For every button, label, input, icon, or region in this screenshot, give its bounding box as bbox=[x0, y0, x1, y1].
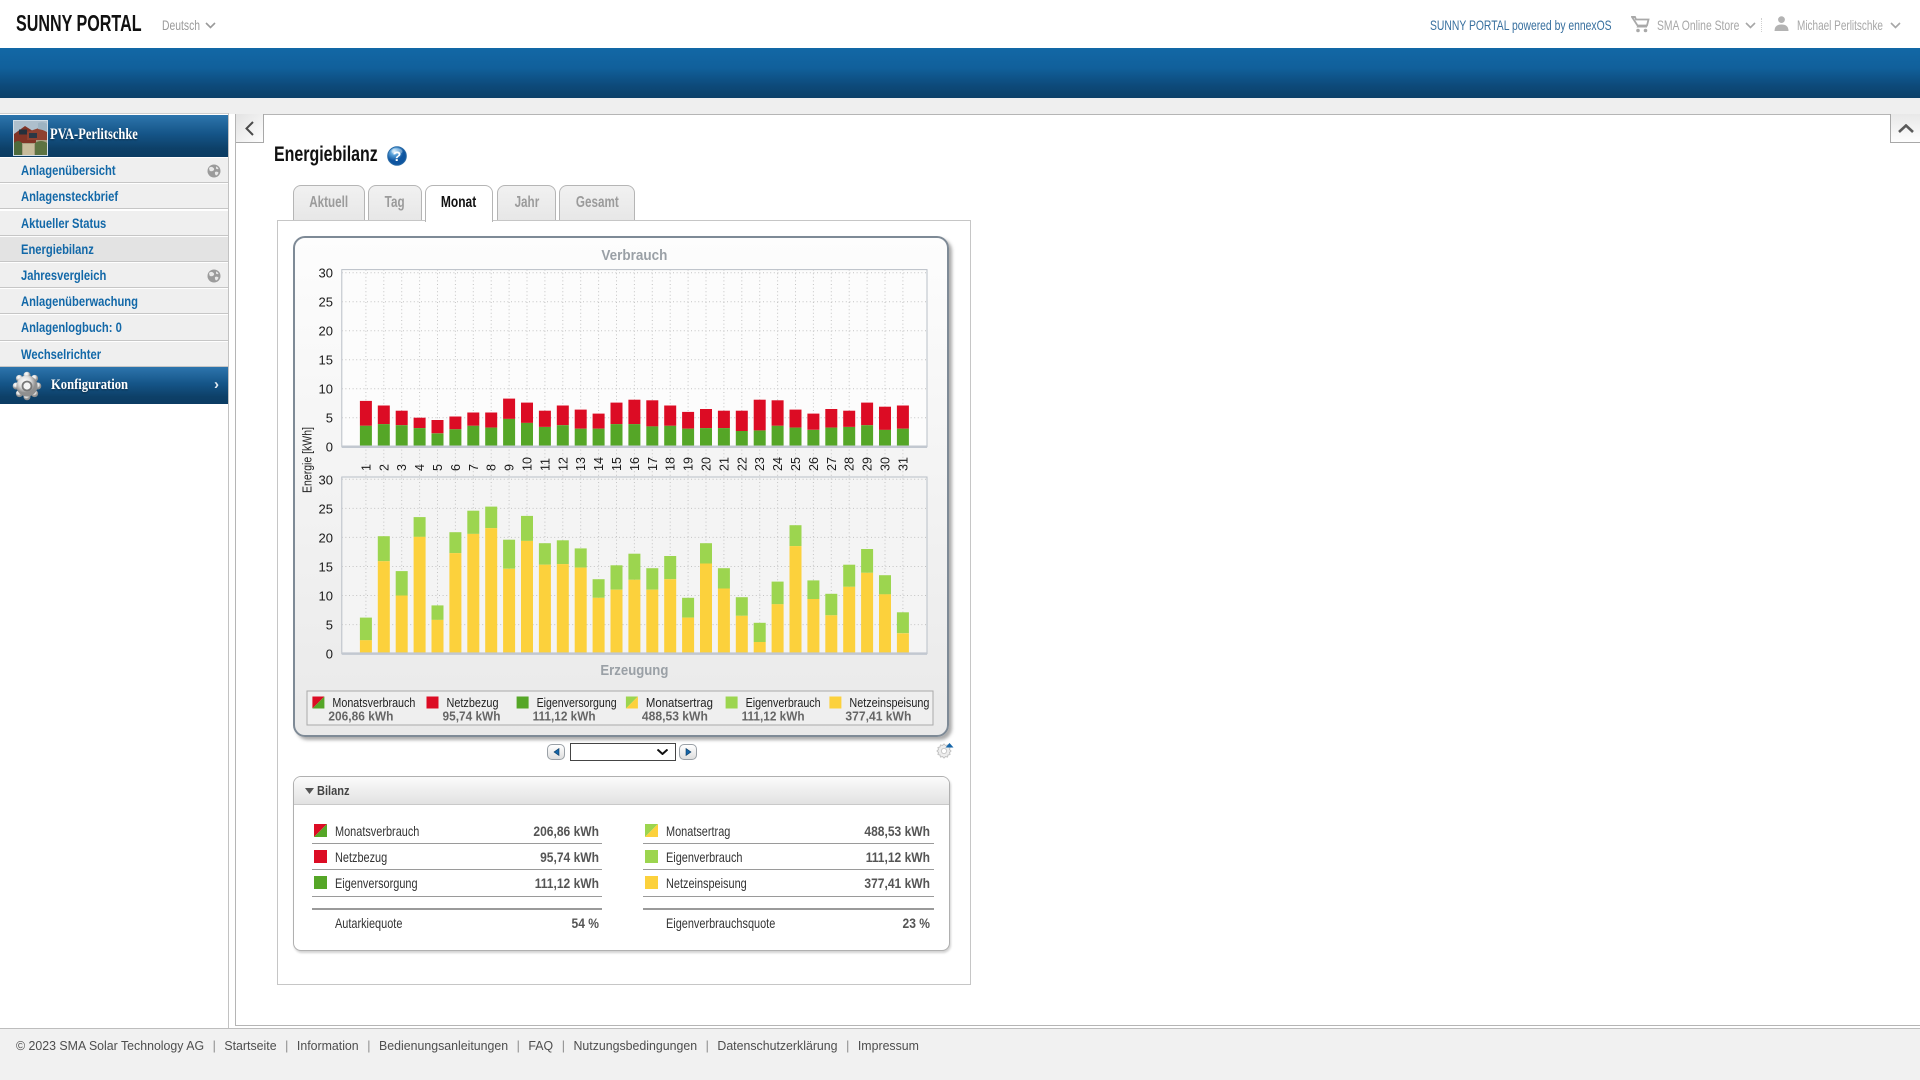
svg-text:22: 22 bbox=[735, 457, 749, 471]
svg-text:8: 8 bbox=[485, 464, 499, 471]
svg-text:13: 13 bbox=[574, 457, 588, 471]
svg-text:25: 25 bbox=[789, 457, 803, 471]
svg-text:5: 5 bbox=[431, 464, 445, 471]
svg-text:95,74 kWh: 95,74 kWh bbox=[443, 709, 501, 724]
svg-text:Verbrauch: Verbrauch bbox=[601, 247, 667, 264]
svg-text:29: 29 bbox=[861, 457, 875, 471]
svg-text:25: 25 bbox=[319, 501, 333, 516]
svg-text:Erzeugung: Erzeugung bbox=[600, 662, 668, 679]
svg-text:30: 30 bbox=[319, 266, 333, 281]
svg-text:25: 25 bbox=[319, 295, 333, 310]
svg-text:7: 7 bbox=[467, 464, 481, 471]
svg-text:206,86 kWh: 206,86 kWh bbox=[328, 709, 393, 724]
svg-text:24: 24 bbox=[771, 457, 785, 471]
svg-text:31: 31 bbox=[896, 457, 910, 471]
svg-text:6: 6 bbox=[449, 464, 463, 471]
svg-text:18: 18 bbox=[664, 457, 678, 471]
svg-text:11: 11 bbox=[538, 458, 552, 471]
svg-text:488,53 kWh: 488,53 kWh bbox=[642, 709, 708, 724]
svg-text:3: 3 bbox=[395, 464, 409, 471]
svg-text:9: 9 bbox=[503, 464, 517, 471]
svg-text:15: 15 bbox=[610, 457, 624, 471]
svg-text:10: 10 bbox=[319, 382, 333, 397]
svg-text:30: 30 bbox=[879, 457, 893, 471]
svg-text:5: 5 bbox=[326, 618, 333, 633]
svg-text:Energie [kWh]: Energie [kWh] bbox=[300, 427, 315, 493]
svg-text:26: 26 bbox=[807, 457, 821, 471]
svg-text:?: ? bbox=[393, 148, 402, 164]
svg-text:2: 2 bbox=[377, 464, 391, 471]
svg-text:20: 20 bbox=[319, 324, 333, 339]
svg-text:14: 14 bbox=[592, 457, 606, 471]
svg-text:19: 19 bbox=[682, 457, 696, 471]
svg-text:1: 1 bbox=[359, 464, 373, 471]
svg-text:5: 5 bbox=[326, 411, 333, 426]
svg-text:0: 0 bbox=[326, 440, 333, 455]
svg-text:20: 20 bbox=[700, 457, 714, 471]
svg-text:10: 10 bbox=[521, 457, 535, 471]
svg-text:20: 20 bbox=[319, 530, 333, 545]
svg-text:28: 28 bbox=[843, 457, 857, 471]
svg-text:23: 23 bbox=[753, 457, 767, 471]
svg-text:111,12 kWh: 111,12 kWh bbox=[533, 709, 596, 724]
svg-text:10: 10 bbox=[319, 589, 333, 604]
svg-text:12: 12 bbox=[556, 457, 570, 471]
svg-text:15: 15 bbox=[319, 353, 333, 368]
svg-text:27: 27 bbox=[825, 457, 839, 471]
svg-text:17: 17 bbox=[646, 457, 660, 471]
svg-text:30: 30 bbox=[319, 472, 333, 487]
svg-text:4: 4 bbox=[413, 464, 427, 471]
svg-text:21: 21 bbox=[717, 457, 731, 471]
svg-text:111,12 kWh: 111,12 kWh bbox=[742, 709, 805, 724]
svg-text:16: 16 bbox=[628, 457, 642, 471]
svg-text:377,41 kWh: 377,41 kWh bbox=[845, 709, 911, 724]
svg-text:0: 0 bbox=[326, 647, 333, 662]
svg-text:15: 15 bbox=[319, 560, 333, 575]
